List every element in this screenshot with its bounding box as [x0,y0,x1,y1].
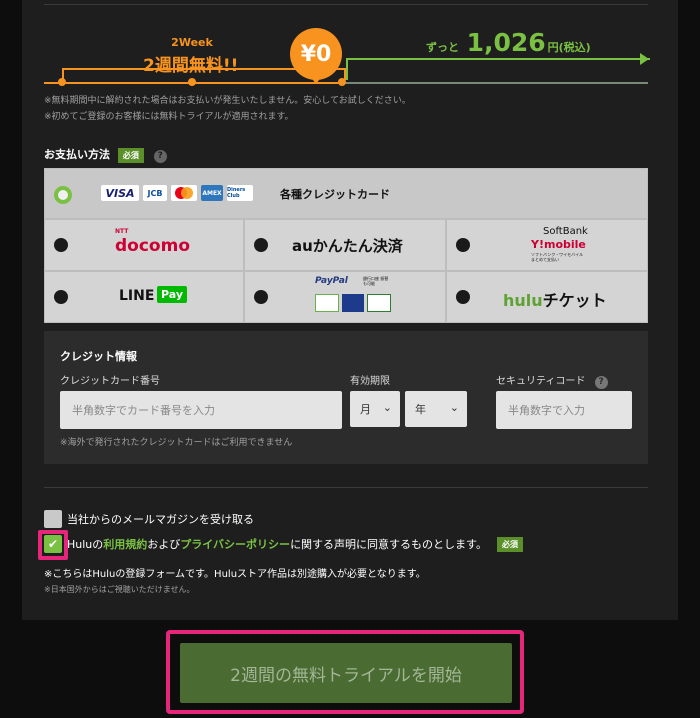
region-footnote: ※日本国外からはご視聴いただけません。 [44,585,195,594]
week-small-label: 2Week [171,36,213,49]
free-trial-headline: 2週間無料!! [143,56,239,76]
terms-row[interactable]: ✔ Huluの 利用規約 および プライバシーポリシー に関する声明に同意するものとしま… [44,535,523,553]
card-number-label: クレジットカード番号 [60,376,160,387]
bank-logo-2-icon [342,294,364,312]
radio-docomo[interactable] [54,238,68,252]
terms-required-badge: 必須 [496,536,523,552]
amex-logo-icon: AMEX [201,185,223,201]
payment-options-grid: VISA JCB AMEX Diners Club 各種クレジットカード NTT… [44,168,648,323]
bank-logos [315,294,391,312]
newsletter-checkbox[interactable] [44,510,62,528]
trial-note-1: ※無料期間中に解約された場合はお支払いが発生いたしません。安心してお試しください… [44,96,411,106]
radio-softbank[interactable] [456,238,470,252]
chevron-down-icon: ⌄ [449,401,459,414]
terms-mid: および [147,538,181,551]
docomo-logo: docomo [115,236,190,256]
zero-yen-badge: ¥0 [290,28,342,80]
privacy-policy-link[interactable]: プライバシーポリシー [180,536,290,552]
price-prefix: ずっと [426,41,459,54]
card-brand-logos: VISA JCB AMEX Diners Club [101,185,253,201]
credit-card-label: 各種クレジットカード [280,188,390,201]
payment-option-docomo[interactable]: NTT docomo [45,220,243,270]
terms-post: に関する声明に同意するものとします。 [290,538,487,551]
terms-pre: Huluの [67,538,104,551]
softbank-logo: SoftBank [543,226,588,237]
payment-method-title: お支払い方法 必須 ? [44,146,167,163]
docomo-ntt-label: NTT [115,228,129,235]
payment-method-label: お支払い方法 [44,148,110,161]
softbank-sub-label: ソフトバンク・ワイモバイル まとめて支払い [531,252,584,262]
visa-logo-icon: VISA [101,185,139,201]
radio-paypal[interactable] [254,290,268,304]
expiry-month-select[interactable]: 月 ⌄ [350,391,400,427]
radio-au[interactable] [254,238,268,252]
paypal-sub-label: 銀行口座 振替も可能 [363,276,389,286]
linepay-badge: Pay [157,286,188,303]
cvc-label-text: セキュリティコード [496,376,586,387]
card-number-input[interactable]: 半角数字でカード番号を入力 [60,391,342,429]
payment-option-linepay[interactable]: LINE Pay [45,272,243,322]
hulu-ticket-logo: huluチケット [503,287,607,311]
overseas-card-note: ※海外で発行されたクレジットカードはご利用できません [60,438,293,448]
start-free-trial-button[interactable]: 2週間の無料トライアルを開始 [180,643,512,703]
line-logo: LINE [119,288,155,304]
newsletter-row[interactable]: 当社からのメールマガジンを受け取る [44,510,254,528]
payment-option-paypal[interactable]: PayPal 銀行口座 振替も可能 [245,272,445,322]
payment-option-hulu-ticket[interactable]: huluチケット [447,272,647,322]
monthly-price: ずっと 1,026 円(税込) [426,28,591,57]
required-badge: 必須 [117,148,144,163]
cvc-help-icon[interactable]: ? [594,376,608,389]
help-icon[interactable]: ? [153,150,167,163]
price-value: 1,026 [466,28,546,57]
terms-checkbox-highlight [38,530,68,560]
trial-note-2: ※初めてご登録のお客様には無料トライアルが適用されます。 [44,112,294,122]
terms-of-use-link[interactable]: 利用規約 [103,536,147,552]
credit-info-section: クレジット情報 クレジットカード番号 有効期限 セキュリティコード ? 半角数字… [44,331,648,464]
expiry-label: 有効期限 [350,376,390,387]
diners-logo-icon: Diners Club [227,185,253,201]
price-suffix: 円(税込) [547,41,591,54]
paid-period-bracket [346,58,650,80]
expiry-year-select[interactable]: 年 ⌄ [405,391,467,427]
bank-logo-1-icon [315,294,339,312]
payment-option-credit[interactable]: VISA JCB AMEX Diners Club 各種クレジットカード [45,169,647,218]
paypal-logo: PayPal [315,276,348,286]
top-divider [44,4,648,5]
radio-linepay[interactable] [54,290,68,304]
hulu-ticket-hulu: hulu [503,291,543,310]
credit-info-title: クレジット情報 [60,350,137,363]
hulu-ticket-text: チケット [542,291,607,310]
payment-option-softbank[interactable]: SoftBank Y!mobile ソフトバンク・ワイモバイル まとめて支払い [447,220,647,270]
cvc-input[interactable]: 半角数字で入力 [496,391,632,429]
expiry-year-value: 年 [415,403,426,416]
jcb-logo-icon: JCB [143,185,167,201]
ymobile-logo: Y!mobile [531,238,586,251]
paid-period-arrow-icon [640,53,649,65]
au-logo: auかんたん決済 [292,237,403,255]
timeline-paid-line [345,82,648,84]
cvc-label: セキュリティコード ? [496,372,608,389]
radio-credit-selected[interactable] [54,186,72,204]
zero-yen-badge-tail [310,76,322,84]
section-divider [44,487,648,488]
store-footnote: ※こちらはHuluの登録フォームです。Huluストア作品は別途購入が必要となりま… [44,569,426,580]
expiry-month-value: 月 [360,403,371,416]
newsletter-label: 当社からのメールマガジンを受け取る [67,513,254,526]
mastercard-logo-icon [171,185,197,201]
chevron-down-icon: ⌄ [382,401,392,414]
radio-hulu-ticket[interactable] [456,290,470,304]
bank-logo-3-icon [367,294,391,312]
payment-option-au[interactable]: auかんたん決済 [245,220,445,270]
